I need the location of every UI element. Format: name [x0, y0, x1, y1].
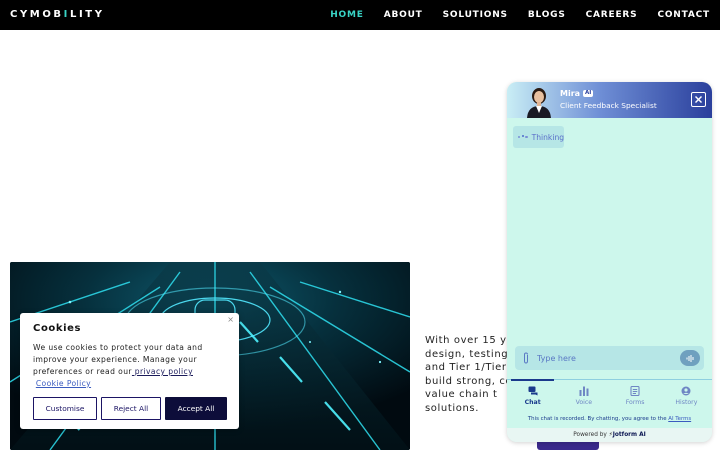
tab-forms[interactable]: Forms: [610, 380, 661, 411]
cta-button-partial[interactable]: [537, 441, 599, 450]
chat-close-button[interactable]: [691, 92, 706, 107]
cookie-banner: × Cookies We use cookies to protect your…: [20, 313, 239, 429]
tab-voice[interactable]: Voice: [558, 380, 609, 411]
ai-badge: AI: [583, 90, 594, 97]
about-line: With over 15 ye: [425, 335, 514, 346]
about-line: build strong, col: [425, 375, 515, 387]
voice-input-button[interactable]: [680, 350, 700, 366]
cookie-text-line-4: Cookie Policy: [33, 378, 233, 390]
history-icon: [681, 386, 691, 396]
chat-input-bar: [515, 346, 704, 370]
chat-message-input[interactable]: [537, 351, 677, 365]
cookie-text-line: We use cookies to protect your data and: [33, 343, 203, 352]
chat-tab-bar: Chat Voice Forms History: [507, 379, 712, 411]
logo-text-part2: LITY: [69, 9, 105, 20]
cookie-policy-link[interactable]: Cookie Policy: [36, 379, 91, 388]
customise-button[interactable]: Customise: [33, 397, 97, 420]
chat-icon: [528, 386, 538, 396]
main-nav: HOME ABOUT SOLUTIONS BLOGS CAREERS CONTA…: [330, 0, 710, 30]
tab-label: Forms: [625, 399, 645, 406]
about-paragraph: With over 15 ye design, testing, a and T…: [425, 334, 515, 415]
forms-icon: [630, 386, 640, 396]
thinking-text: Thinking: [531, 132, 565, 142]
about-line: solutions.: [425, 402, 479, 414]
nav-item-contact[interactable]: CONTACT: [657, 10, 710, 20]
agent-avatar: [524, 85, 554, 118]
ai-terms-link[interactable]: AI Terms: [668, 416, 691, 422]
nav-item-home[interactable]: HOME: [330, 10, 364, 20]
nav-item-about[interactable]: ABOUT: [384, 10, 423, 20]
cymobility-logo[interactable]: CYMOBILITY: [10, 9, 105, 20]
nav-item-solutions[interactable]: SOLUTIONS: [443, 10, 508, 20]
privacy-policy-link[interactable]: privacy policy: [132, 367, 193, 376]
cookie-description: We use cookies to protect your data and …: [33, 342, 233, 390]
tab-label: Chat: [524, 399, 541, 406]
chat-disclaimer: This chat is recorded. By chatting, you …: [507, 416, 712, 422]
tab-label: Voice: [575, 399, 593, 406]
powered-brand: Jotform AI: [612, 432, 646, 438]
agent-role: Client Feedback Specialist: [560, 101, 657, 110]
powered-by-footer[interactable]: Powered by ⚡Jotform AI: [507, 428, 712, 442]
paperclip-icon[interactable]: [522, 352, 530, 364]
nav-item-blogs[interactable]: BLOGS: [528, 10, 566, 20]
tab-chat[interactable]: Chat: [507, 379, 558, 411]
disclaimer-text: This chat is recorded. By chatting, you …: [527, 416, 667, 422]
agent-name: Mira: [560, 89, 581, 98]
about-line: design, testing, a: [425, 348, 515, 360]
chat-widget: Mira AI Client Feedback Specialist Think…: [507, 82, 712, 442]
cookie-close-icon[interactable]: ×: [227, 315, 234, 324]
nav-item-careers[interactable]: CAREERS: [586, 10, 638, 20]
top-navbar: CYMOBILITY HOME ABOUT SOLUTIONS BLOGS CA…: [0, 0, 720, 30]
agent-name-row: Mira AI: [560, 89, 594, 98]
powered-by-text: Powered by: [573, 432, 607, 438]
cookie-title: Cookies: [33, 323, 82, 334]
typing-dots-icon: [518, 134, 528, 139]
cookie-button-group: Customise Reject All Accept All: [33, 397, 227, 420]
voice-icon: [579, 386, 589, 396]
tab-history[interactable]: History: [661, 380, 712, 411]
reject-all-button[interactable]: Reject All: [101, 397, 161, 420]
cookie-text-line-3: preferences or read our privacy policy: [33, 366, 233, 378]
cookie-text-line: improve your experience. Manage your: [33, 355, 197, 364]
accept-all-button[interactable]: Accept All: [165, 397, 227, 420]
close-icon: [695, 96, 702, 103]
about-line: value chain t: [425, 389, 498, 400]
soundwave-icon: [686, 354, 693, 362]
tab-label: History: [675, 399, 698, 406]
cookie-text-prefix: preferences or read our: [33, 367, 132, 376]
about-line: and Tier 1/Tier 2: [425, 362, 515, 373]
logo-text-part1: CYMOB: [10, 9, 64, 20]
thinking-indicator: Thinking: [513, 126, 564, 148]
chat-header: Mira AI Client Feedback Specialist: [507, 82, 712, 118]
